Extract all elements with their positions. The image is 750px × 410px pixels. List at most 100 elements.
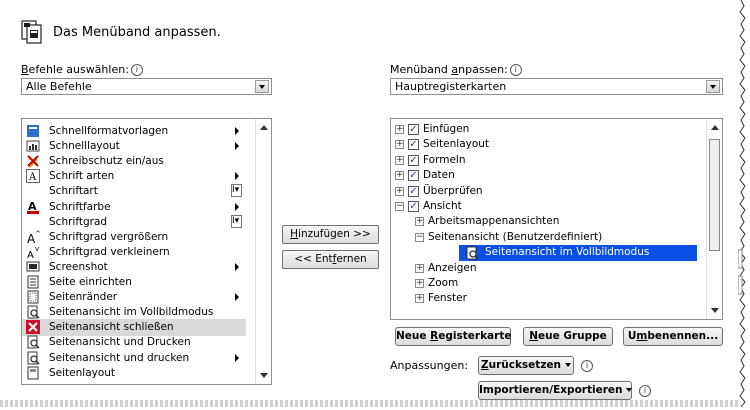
ribbon-tree-scrollbar[interactable] (706, 119, 722, 319)
commands-list-item-label: Schnelllayout (49, 140, 120, 153)
commands-list-item-label: Schriftgrad verkleinern (49, 245, 170, 258)
scroll-down-icon[interactable] (260, 373, 268, 378)
scroll-thumb[interactable] (709, 139, 720, 251)
commands-list[interactable]: Schnellformatvorlagen Schnelllayout Schrei… (21, 118, 272, 385)
print-preview-icon (26, 351, 40, 365)
commands-list-item-label: Seitenansicht und drucken (49, 351, 190, 364)
protect-icon (26, 154, 40, 169)
chevron-down-icon[interactable] (255, 80, 269, 93)
customizations-label: Anpassungen: (390, 359, 469, 372)
checkbox[interactable]: ✓ (408, 124, 419, 135)
quick-layout-icon (26, 139, 40, 153)
submenu-arrow-icon (235, 262, 239, 271)
customize-ribbon-icon (21, 20, 43, 44)
new-group-accesskey: N (529, 330, 538, 342)
page-setup-icon (26, 275, 40, 289)
print-preview-icon (26, 335, 40, 349)
expand-icon[interactable]: + (395, 171, 404, 181)
scroll-down-icon[interactable] (711, 308, 719, 313)
import-export-button[interactable]: Importieren/Exportieren (478, 381, 633, 400)
expand-icon[interactable]: + (415, 217, 424, 227)
svg-text:A: A (27, 250, 34, 259)
expand-icon[interactable]: + (415, 279, 424, 288)
new-group-button[interactable]: Neue Gruppe (523, 327, 613, 346)
expand-icon[interactable]: + (415, 263, 424, 273)
choose-commands-dropdown[interactable]: Alle Befehle (21, 78, 272, 95)
expand-icon[interactable]: + (395, 140, 404, 150)
info-icon[interactable]: i (130, 64, 143, 76)
grow-font-icon: A^ (26, 230, 41, 246)
customize-ribbon-dropdown[interactable]: Hauptregisterkarten (390, 78, 723, 95)
ribbon-tree-node[interactable]: + ✓ Formeln (391, 153, 701, 169)
font-icon: A (26, 169, 40, 184)
checkbox[interactable]: ✓ (408, 201, 419, 212)
ribbon-tree-node[interactable]: + Zoom (391, 276, 701, 292)
expand-icon[interactable]: + (415, 294, 424, 304)
submenu-arrow-icon (235, 353, 239, 362)
ribbon-tree-node[interactable]: + ✓ Einfügen (391, 122, 701, 138)
ribbon-tree-node[interactable]: + Fenster (391, 291, 701, 307)
choose-commands-value: Alle Befehle (26, 80, 92, 93)
ribbon-tabs-tree[interactable]: + ✓ Einfügen + ✓ Seitenlayout + ✓ Formeln + ✓ Daten… (390, 118, 723, 320)
ribbon-tree-node[interactable]: − ✓ Ansicht (391, 199, 701, 215)
import-export-label: Importieren/Exportieren (479, 384, 623, 396)
expand-icon[interactable]: + (395, 155, 404, 165)
ribbon-tree-node[interactable]: + Anzeigen (391, 261, 701, 277)
expand-icon[interactable]: + (395, 125, 404, 134)
ribbon-tree-node-label: Überprüfen (423, 184, 483, 197)
commands-list-item[interactable]: Seitenlayout (22, 365, 246, 382)
scroll-up-icon[interactable] (711, 125, 719, 130)
remove-label-a: << Ent (294, 253, 333, 265)
expand-icon[interactable]: + (395, 186, 404, 196)
commands-list-item-label: Seitenränder (49, 291, 118, 304)
collapse-icon[interactable]: − (415, 232, 424, 242)
reset-label: urücksetzen (488, 359, 562, 371)
rename-button[interactable]: Umbenennen... (623, 327, 723, 346)
checkbox[interactable]: ✓ (408, 170, 419, 182)
ribbon-tree-node-label: Ansicht (423, 200, 462, 212)
page-title: Das Menüband anpassen. (53, 25, 221, 40)
commands-list-item-label: Seitenansicht schließen (49, 321, 174, 334)
submenu-arrow-icon (235, 293, 239, 302)
commands-list-item-label: Schriftgrad (49, 215, 108, 228)
svg-text:^: ^ (35, 230, 40, 238)
remove-button[interactable]: << Entfernen (282, 250, 379, 269)
checkbox[interactable]: ✓ (408, 154, 419, 166)
ribbon-tree-node-label: Seitenansicht im Vollbildmodus (485, 246, 650, 259)
ribbon-tree-node[interactable]: + ✓ Daten (391, 168, 701, 184)
chevron-down-icon[interactable] (706, 80, 720, 93)
ribbon-tree-node-label: Formeln (423, 153, 466, 166)
ribbon-tree-node[interactable]: + Arbeitsmappenansichten (391, 214, 701, 230)
new-tab-label-b: egisterkarte (438, 330, 512, 342)
customize-ribbon-label-a: Menüband (390, 63, 452, 76)
ribbon-tree-node[interactable]: − Seitenansicht (Benutzerdefiniert) (391, 230, 701, 246)
ribbon-tree-node-label: Einfügen (423, 123, 470, 135)
ribbon-tree-node[interactable]: + ✓ Überprüfen (391, 184, 701, 200)
commands-list-scrollbar[interactable] (255, 119, 271, 384)
commands-list-item-label: Schreibschutz ein/aus (49, 155, 164, 168)
ribbon-tree-node[interactable]: Seitenansicht im Vollbildmodus (391, 245, 701, 262)
checkbox[interactable]: ✓ (408, 139, 419, 151)
new-tab-button[interactable]: Neue Registerkarte (395, 327, 511, 346)
checkbox[interactable]: ✓ (408, 185, 419, 197)
reset-dropdown-button[interactable]: Zurücksetzen (478, 356, 574, 375)
ribbon-tree-node[interactable]: + ✓ Seitenlayout (391, 137, 701, 153)
info-icon[interactable]: i (581, 360, 593, 372)
chevron-down-icon (565, 363, 572, 367)
info-icon[interactable]: i (639, 385, 651, 397)
font-color-icon: A (26, 200, 40, 214)
collapse-icon[interactable]: − (395, 202, 404, 211)
customize-ribbon-value: Hauptregisterkarten (395, 80, 507, 93)
ribbon-tree-node-label: Seitenansicht (Benutzerdefiniert) (428, 230, 603, 243)
info-icon[interactable]: i (509, 64, 522, 76)
ribbon-tree-node-label: Daten (423, 169, 455, 182)
customize-ribbon-label: Menüband anpassen: i (390, 63, 522, 76)
add-accesskey: H (290, 228, 299, 240)
add-button[interactable]: Hinzufügen >> (282, 225, 379, 244)
commands-list-item-label: Seitenansicht im Vollbildmodus (49, 306, 214, 319)
shrink-font-icon: Av (26, 245, 40, 261)
page-layout-icon (26, 366, 40, 380)
torn-page-edge (737, 0, 750, 408)
commands-list-item-label: Schnellformatvorlagen (49, 125, 169, 137)
scroll-up-icon[interactable] (260, 125, 268, 130)
